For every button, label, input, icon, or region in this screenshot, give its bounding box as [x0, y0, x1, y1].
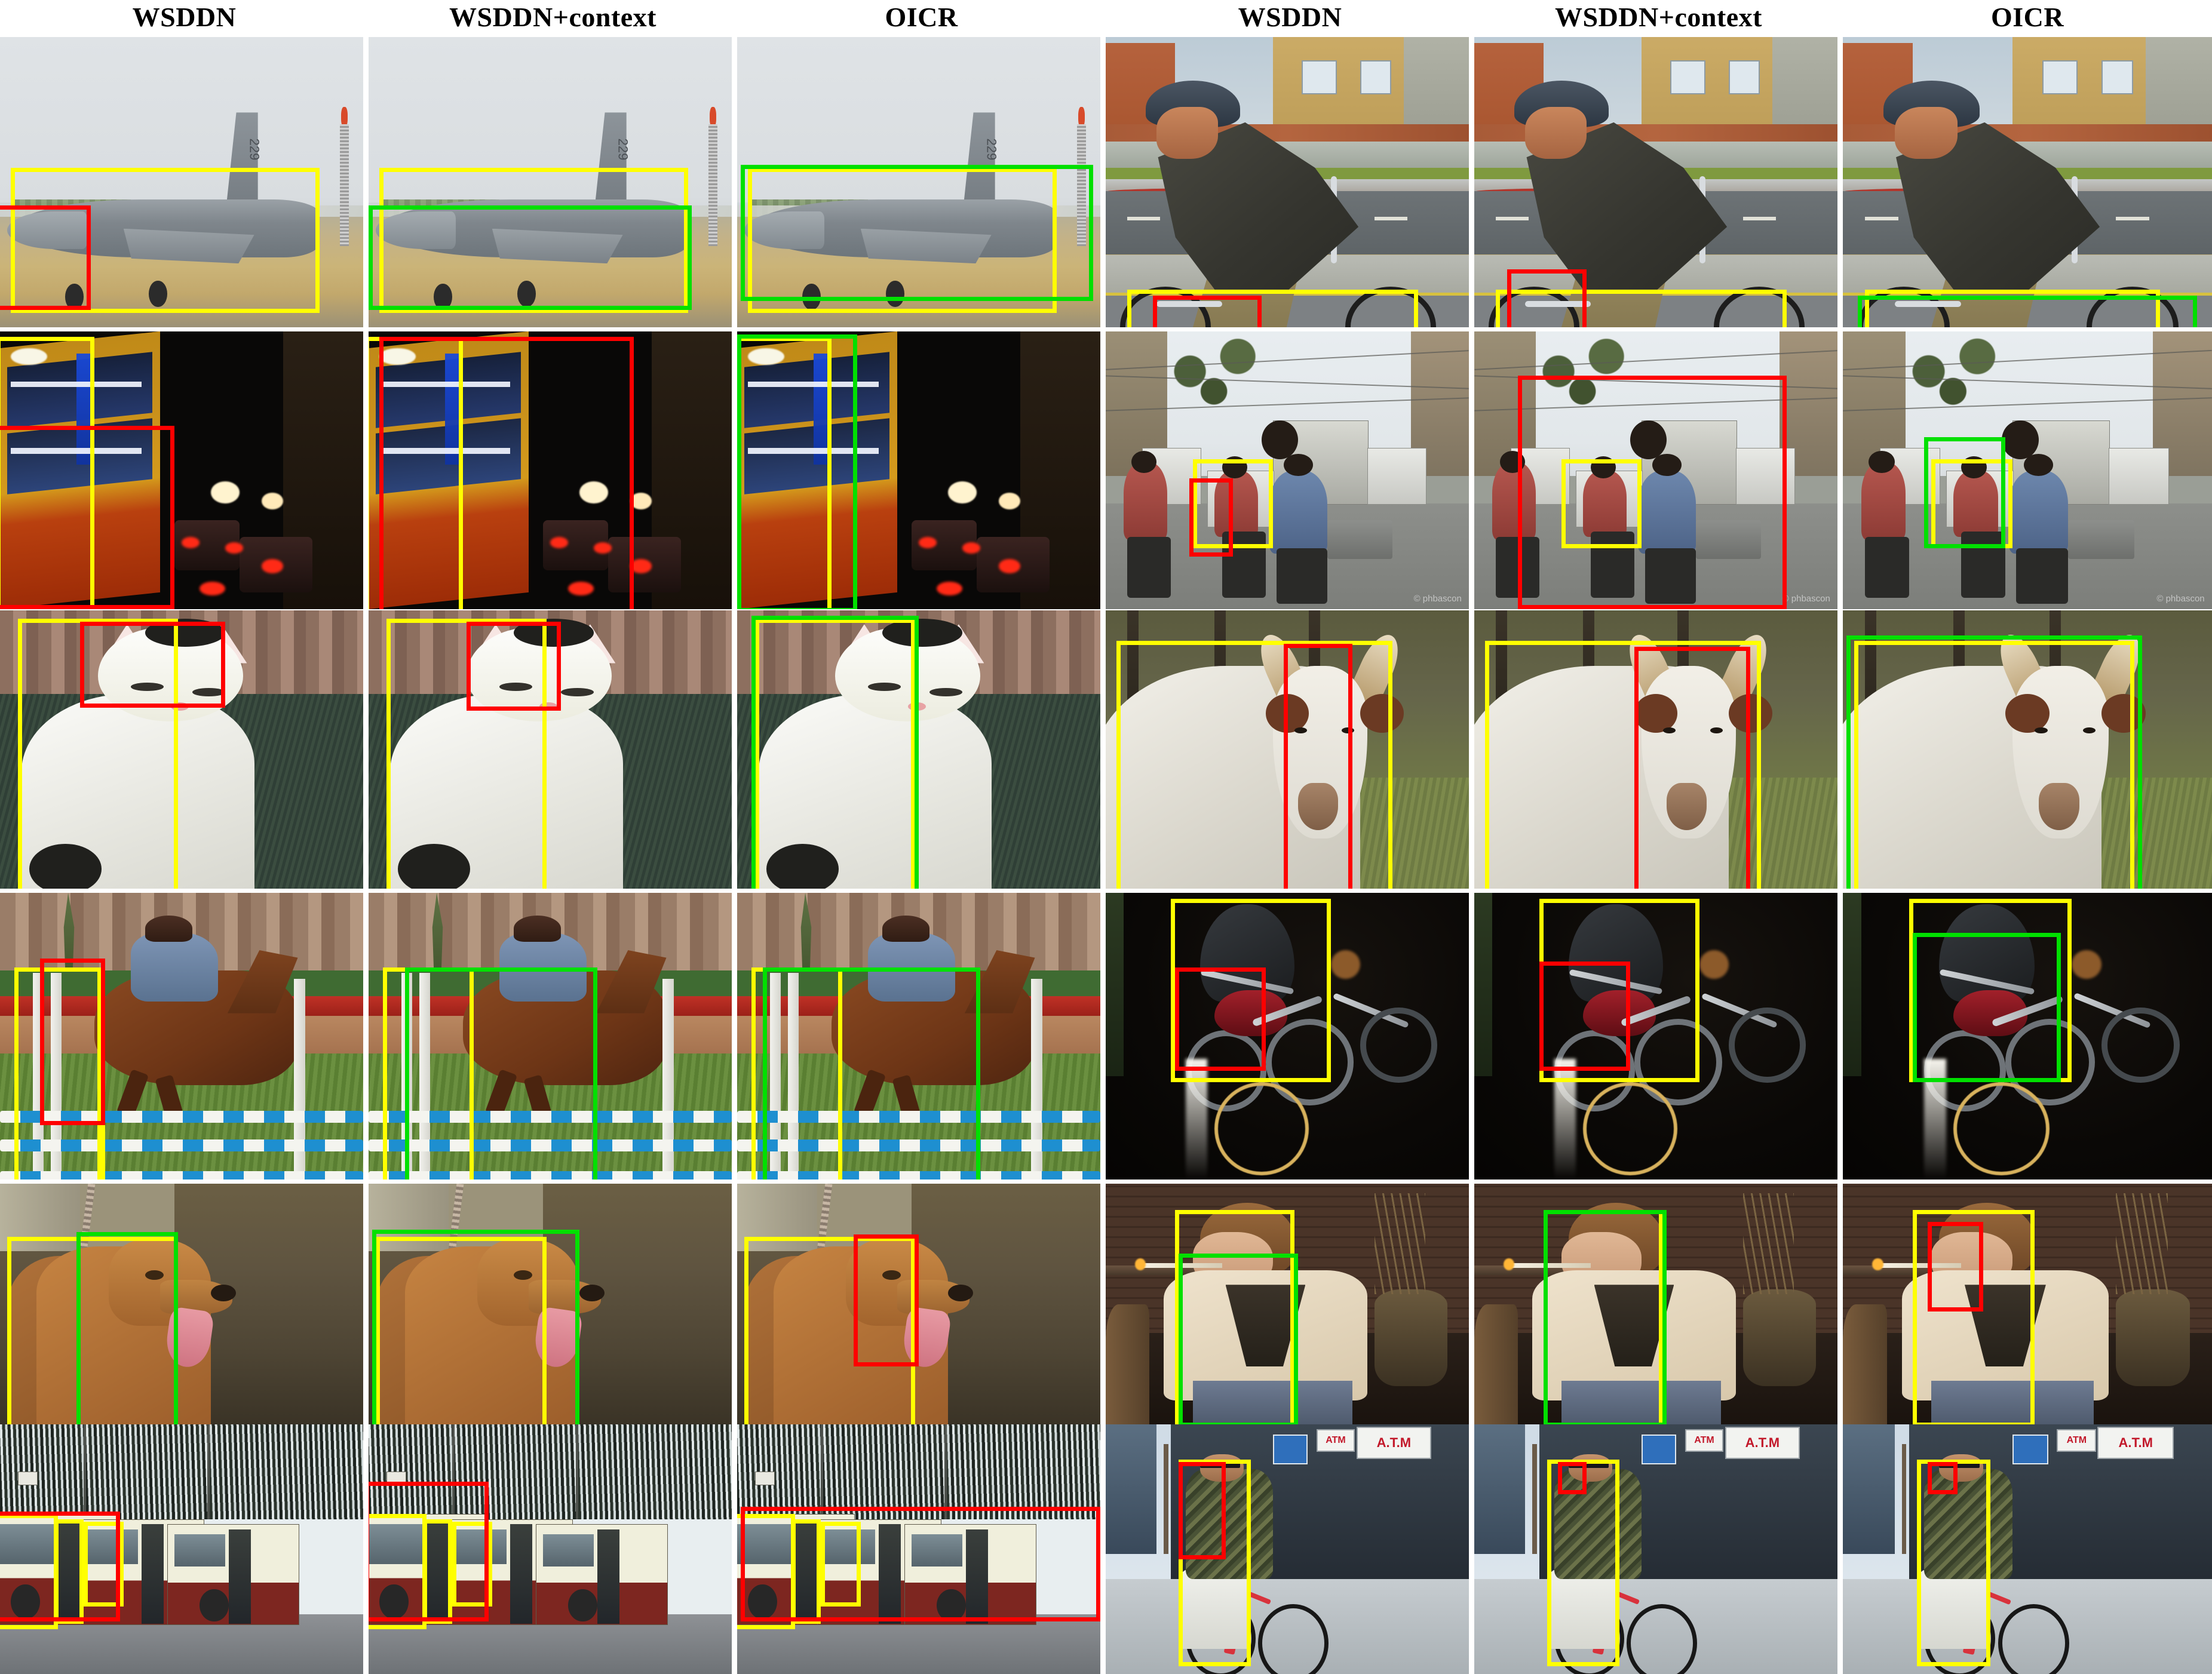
pred-box-dog-correct [372, 1229, 579, 1424]
panel-r4-left-wsddn[interactable] [0, 893, 363, 1180]
pred-box-person-incorrect [1557, 1461, 1587, 1495]
pred-box-bus-incorrect [0, 1512, 120, 1622]
panel-r6-right-wsddn-context[interactable]: ATM A.T.M [1474, 1424, 1837, 1674]
panel-r3-right-wsddn-context[interactable] [1474, 610, 1837, 889]
panel-r5-left-oicr[interactable] [737, 1184, 1100, 1424]
panel-r2-left-wsddn[interactable] [0, 331, 363, 609]
header-left-oicr: OICR [885, 2, 958, 32]
panel-r6-right-wsddn[interactable]: ATM A.T.M [1106, 1424, 1469, 1674]
image-motorcycle-traffic: © phbascon [1106, 331, 1469, 609]
panel-r2-right-oicr[interactable]: © phbascon [1843, 331, 2212, 609]
pred-box-motorbike-correct [1923, 437, 2005, 548]
pred-box-cat-incorrect [467, 621, 562, 711]
watermark-phbascon: © phbascon [1413, 593, 1462, 604]
pred-box-person-incorrect [1928, 1222, 1983, 1311]
panel-r6-right-oicr[interactable]: ATM A.T.M [1843, 1424, 2212, 1674]
panel-r2-left-oicr[interactable] [737, 331, 1100, 609]
panel-r3-right-wsddn[interactable] [1106, 610, 1469, 889]
image-person-bicycle-city: ATM A.T.M [1474, 1424, 1837, 1674]
panel-r1-right-wsddn-context[interactable] [1474, 37, 1837, 327]
pred-box-motorbike-incorrect [1517, 376, 1787, 609]
sign-atm-small: ATM [2057, 1429, 2097, 1452]
sign-atm: A.T.M [1356, 1427, 1432, 1460]
pred-box-bus-correct [737, 334, 857, 609]
panel-r1-left-wsddn-context[interactable]: 229 [369, 37, 732, 327]
pred-box-aeroplane-incorrect [0, 205, 91, 310]
header-left-wsddn: WSDDN [132, 2, 237, 32]
pred-box-cow-incorrect [1283, 643, 1353, 889]
panel-r1-right-oicr[interactable] [1843, 37, 2212, 327]
panel-r6-left-oicr[interactable] [737, 1424, 1100, 1674]
image-motorcycle-traffic: © phbascon [1843, 331, 2212, 609]
panel-r5-right-wsddn[interactable] [1106, 1184, 1469, 1424]
pred-box-person-incorrect [1928, 1461, 1958, 1495]
panel-r5-right-oicr[interactable] [1843, 1184, 2212, 1424]
pred-box-cow-incorrect [1634, 646, 1751, 889]
image-cyclist [1106, 37, 1469, 327]
pred-box-bus-incorrect [379, 337, 634, 609]
header-right-oicr: OICR [1990, 2, 2064, 32]
pred-box-person-correct [1543, 1210, 1667, 1424]
sign-atm: A.T.M [2097, 1427, 2174, 1460]
panel-r2-left-wsddn-context[interactable] [369, 331, 732, 609]
panel-r5-left-wsddn[interactable] [0, 1184, 363, 1424]
pred-box-motorbike-incorrect [1539, 962, 1631, 1071]
sign-atm-small: ATM [1316, 1429, 1355, 1452]
column-headers: WSDDN WSDDN+context OICR WSDDN WSDDN+con… [0, 0, 2212, 37]
pred-box-motorbike-incorrect [1174, 967, 1266, 1071]
pred-box-cat-incorrect [79, 621, 225, 708]
pred-box-cow-correct [1846, 635, 2142, 889]
panel-r6-left-wsddn[interactable] [0, 1424, 363, 1674]
pred-box-motorbike-incorrect [1189, 478, 1233, 557]
sign-atm: A.T.M [1725, 1427, 1800, 1460]
pred-box-motorbike-correct [1913, 933, 2061, 1082]
pred-box-bicycle-incorrect [1153, 295, 1262, 327]
pred-box-aeroplane-correct [741, 164, 1093, 302]
watermark-phbascon: © phbascon [1782, 593, 1830, 604]
pred-box-dog-incorrect [853, 1234, 919, 1367]
panel-r5-right-wsddn-context[interactable] [1474, 1184, 1837, 1424]
panel-r2-right-wsddn-context[interactable]: © phbascon [1474, 331, 1837, 609]
panel-r5-left-wsddn-context[interactable] [369, 1184, 732, 1424]
pred-box-dog-correct [76, 1231, 178, 1424]
panel-r3-left-oicr[interactable] [737, 610, 1100, 889]
panel-r3-left-wsddn-context[interactable] [369, 610, 732, 889]
panel-r4-left-oicr[interactable] [737, 893, 1100, 1180]
panel-r4-right-oicr[interactable] [1843, 893, 2212, 1180]
header-right-wsddn-context: WSDDN+context [1554, 2, 1762, 32]
figure-root: WSDDN WSDDN+context OICR WSDDN WSDDN+con… [0, 0, 2212, 1674]
panel-r2-right-wsddn[interactable]: © phbascon [1106, 331, 1469, 609]
pred-box-bicycle-correct [1857, 295, 2198, 327]
watermark-phbascon: © phbascon [2156, 593, 2205, 604]
panel-r1-right-wsddn[interactable] [1106, 37, 1469, 327]
panel-r3-left-wsddn[interactable] [0, 610, 363, 889]
panel-r4-right-wsddn[interactable] [1106, 893, 1469, 1180]
pred-box-bus-incorrect [369, 1482, 489, 1622]
pred-box-aeroplane-correct [369, 205, 692, 310]
image-person-bicycle-city: ATM A.T.M [1843, 1424, 2212, 1674]
sign-atm-small: ATM [1685, 1429, 1724, 1452]
pred-box-bus-incorrect [741, 1506, 1100, 1622]
panel-r4-right-wsddn-context[interactable] [1474, 893, 1837, 1180]
panel-r6-left-wsddn-context[interactable] [369, 1424, 732, 1674]
pred-box-bus-incorrect [0, 426, 174, 609]
pred-box-bicycle-incorrect [1507, 269, 1587, 327]
pred-box-horse-correct [762, 967, 981, 1180]
panel-r1-left-wsddn[interactable]: 229 [0, 37, 363, 327]
pred-box-horse-incorrect [39, 959, 106, 1125]
panel-r3-right-oicr[interactable] [1843, 610, 2212, 889]
header-right-wsddn: WSDDN [1238, 2, 1342, 32]
panel-r4-left-wsddn-context[interactable] [369, 893, 732, 1180]
image-cyclist [1843, 37, 2212, 327]
pred-box-cat-correct [751, 616, 919, 889]
pred-box-person-incorrect [1178, 1461, 1226, 1559]
image-person-bicycle-city: ATM A.T.M [1106, 1424, 1469, 1674]
pred-box-person-correct [1178, 1253, 1299, 1424]
header-left-wsddn-context: WSDDN+context [449, 2, 656, 32]
pred-box-horse-correct [404, 967, 598, 1180]
panel-r1-left-oicr[interactable]: 229 [737, 37, 1100, 327]
